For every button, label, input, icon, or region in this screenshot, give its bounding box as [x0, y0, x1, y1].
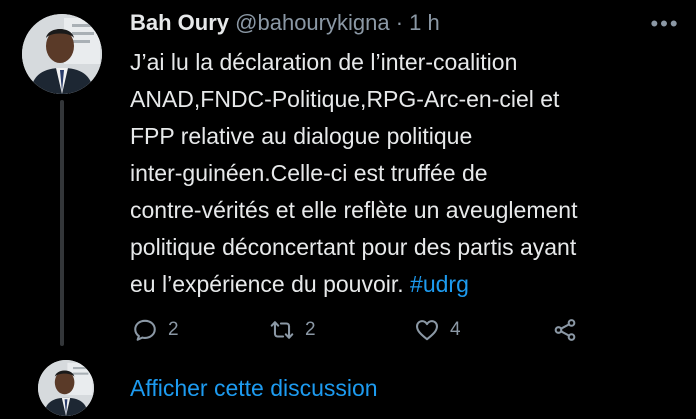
retweet-button[interactable]: 2: [269, 312, 316, 348]
tweet-text-line: politique déconcertant pour des partis a…: [130, 234, 577, 260]
separator-dot: ·: [395, 10, 404, 35]
action-bar: 2 2 4: [132, 312, 592, 348]
tweet[interactable]: Bah Oury @bahourykigna · 1 h ••• J’ai lu…: [0, 0, 696, 360]
tweet-text-line: eu l’expérience du pouvoir.: [130, 271, 411, 297]
hashtag-link[interactable]: #udrg: [410, 271, 469, 297]
handle[interactable]: @bahourykigna: [235, 10, 389, 35]
tweet-text-line: ANAD,FNDC-Politique,RPG-Arc-en-ciel et: [130, 86, 560, 112]
tweet-text-line: contre-vérités et elle reflète un aveugl…: [130, 197, 578, 223]
tweet-text-line: inter-guinéen.Celle-ci est truffée de: [130, 160, 488, 186]
avatar[interactable]: [22, 14, 102, 94]
tweet-header: Bah Oury @bahourykigna · 1 h: [130, 8, 440, 38]
tweet-text: J’ai lu la déclaration de l’inter-coalit…: [130, 44, 685, 303]
like-count: 4: [450, 319, 461, 340]
reply-button[interactable]: 2: [132, 312, 179, 348]
share-button[interactable]: [552, 312, 578, 348]
thread-avatar[interactable]: [38, 360, 94, 416]
reply-count: 2: [168, 319, 179, 340]
heart-icon: [416, 320, 438, 341]
more-options-button[interactable]: •••: [650, 12, 680, 36]
show-thread-link[interactable]: Afficher cette discussion: [130, 373, 378, 403]
profile-photo: [22, 14, 102, 94]
retweet-count: 2: [305, 319, 316, 340]
retweet-icon: [270, 321, 294, 339]
thread-line: [60, 100, 64, 346]
share-icon: [554, 319, 576, 341]
display-name[interactable]: Bah Oury: [130, 10, 229, 35]
profile-photo-small: [38, 360, 94, 416]
tweet-text-line: FPP relative au dialogue politique: [130, 123, 473, 149]
more-horizontal-icon: •••: [650, 11, 680, 36]
timestamp[interactable]: 1 h: [409, 10, 440, 35]
like-button[interactable]: 4: [414, 312, 461, 348]
reply-icon: [134, 319, 156, 341]
tweet-text-line: J’ai lu la déclaration de l’inter-coalit…: [130, 49, 518, 75]
